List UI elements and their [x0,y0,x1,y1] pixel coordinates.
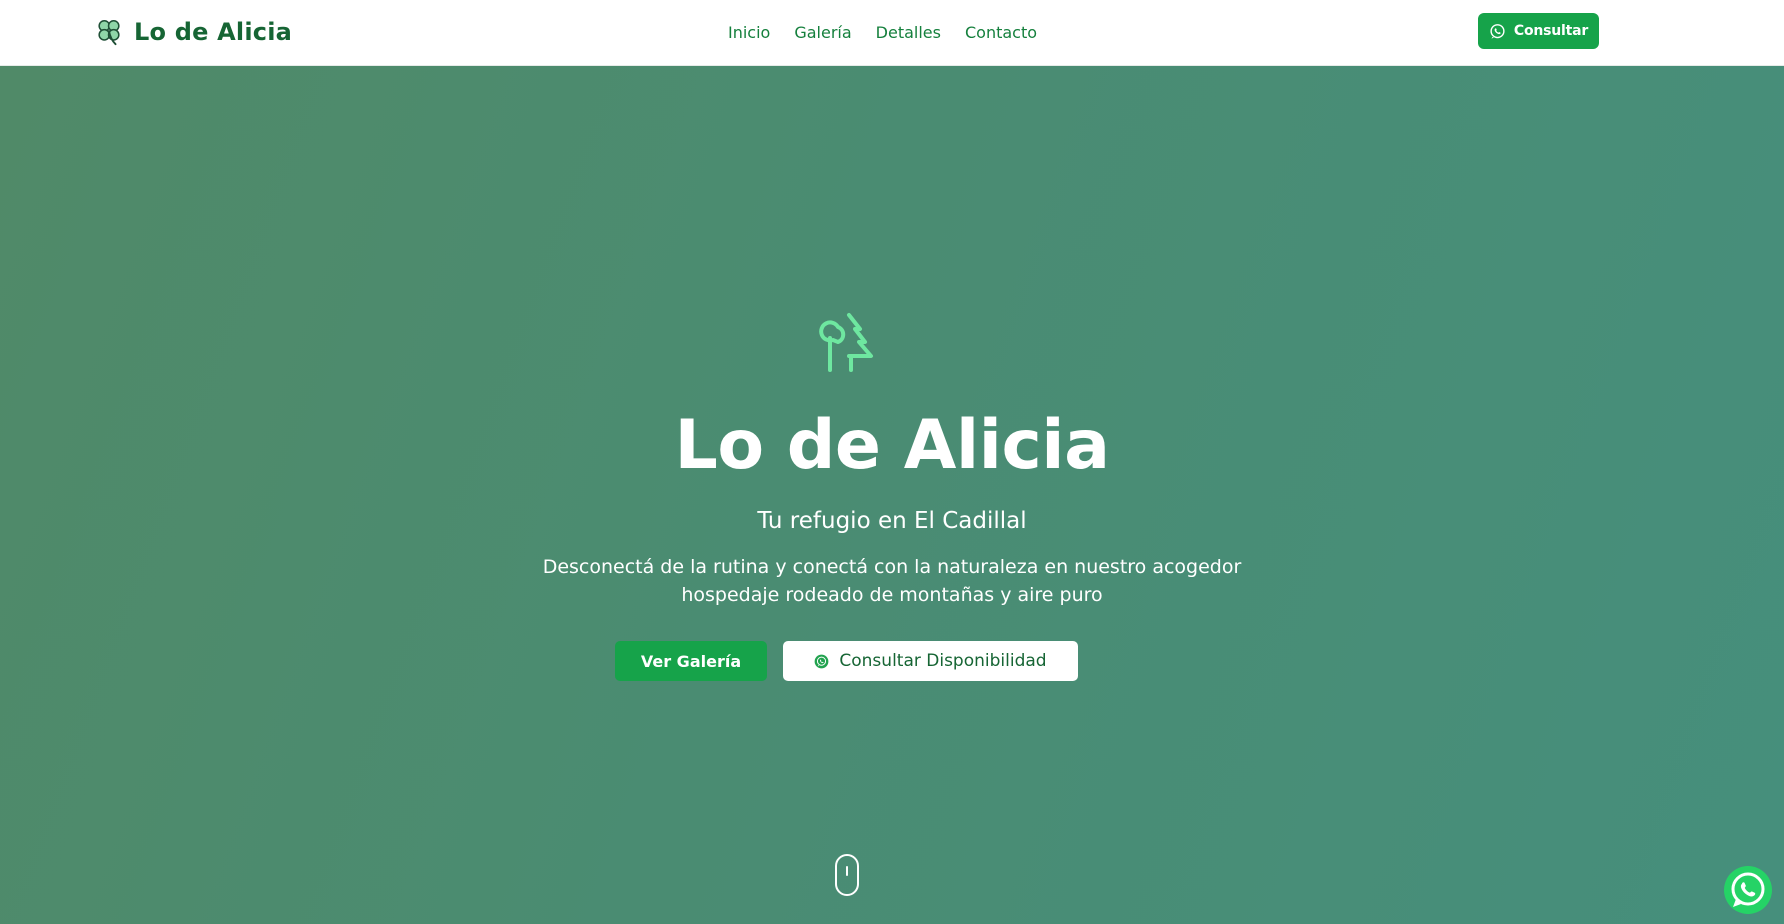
site-header: Lo de Alicia Inicio Galería Detalles Con… [0,0,1784,66]
nav-link-contacto[interactable]: Contacto [965,23,1037,42]
main-nav: Inicio Galería Detalles Contacto [728,0,1037,64]
nav-link-detalles[interactable]: Detalles [876,23,941,42]
brand-name: Lo de Alicia [134,18,293,46]
hero-description: Desconectá de la rutina y conectá con la… [542,556,1242,606]
consultar-disponibilidad-button[interactable]: Consultar Disponibilidad [783,641,1078,681]
hero-section [0,66,1784,924]
scroll-wheel-dot [846,866,848,876]
whatsapp-icon [815,654,829,668]
ver-galeria-button[interactable]: Ver Galería [615,641,767,681]
nav-link-galeria[interactable]: Galería [794,23,851,42]
trees-icon [819,313,873,372]
hero-title: Lo de Alicia [674,406,1110,485]
nav-link-inicio[interactable]: Inicio [728,23,770,42]
clover-icon [98,20,120,46]
consultar-button[interactable]: Consultar [1478,13,1599,49]
hero-subtitle: Tu refugio en El Cadillal [757,508,1027,534]
consultar-button-label: Consultar [1513,23,1589,39]
whatsapp-icon [1490,23,1505,39]
brand-logo-link[interactable]: Lo de Alicia [94,14,292,50]
whatsapp-icon [1724,866,1772,914]
mouse-scroll-icon[interactable] [835,854,859,896]
consultar-disponibilidad-label: Consultar Disponibilidad [839,651,1047,671]
